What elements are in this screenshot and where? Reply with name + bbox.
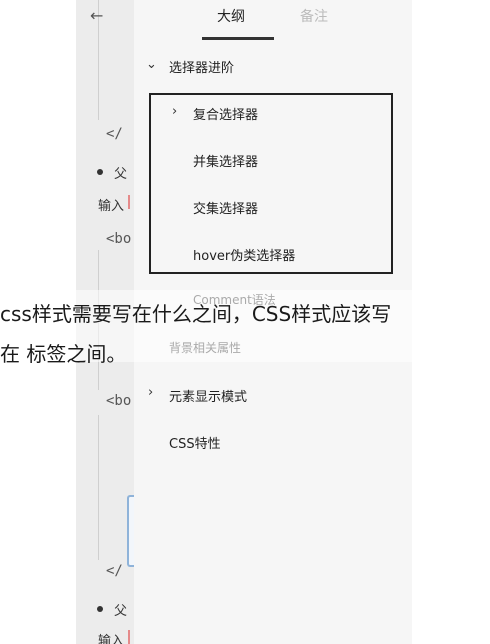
cursor-mark [128,195,130,209]
close-tag-line: </ [106,563,123,579]
outline-item-background[interactable]: 背景相关属性 [169,339,241,356]
outline-item-display-mode[interactable]: 元素显示模式 [169,386,247,405]
caption-line-1: css样式需要写在什么之间，CSS样式应该写 [0,302,392,326]
bullet-text: 父 [114,167,128,182]
outline-item-hover-selector[interactable]: hover伪类选择器 [193,245,295,264]
active-tab-indicator [202,37,274,40]
open-tag-line: <bo [106,231,132,247]
arrow-left-icon[interactable]: ← [90,6,103,25]
bullet-text: 父 [114,604,128,619]
gutter-line [98,415,99,560]
code-block-marker [127,495,134,567]
chevron-right-icon[interactable]: › [148,385,153,400]
outline-section-selectors[interactable]: 选择器进阶 [169,57,234,76]
tab-notes[interactable]: 备注 [300,6,328,26]
cursor-mark [128,630,130,644]
caption-line-2: 在 标签之间。 [0,342,127,366]
close-tag-line: </ [106,126,123,142]
bullet-dot [97,606,103,612]
bullet-dot [97,169,103,175]
input-label: 输入 [98,634,125,644]
chevron-right-icon[interactable]: › [172,104,177,119]
chevron-down-icon[interactable]: ⌄ [146,57,157,72]
outline-item-intersection-selector[interactable]: 交集选择器 [193,198,258,217]
outline-item-group-selector[interactable]: 并集选择器 [193,151,258,170]
outline-item-css-feature[interactable]: CSS特性 [169,433,221,452]
input-label: 输入 [98,199,125,214]
open-tag-line: <bo [106,393,132,409]
tab-outline[interactable]: 大纲 [217,6,245,26]
outline-item-compound-selector[interactable]: 复合选择器 [193,104,258,123]
